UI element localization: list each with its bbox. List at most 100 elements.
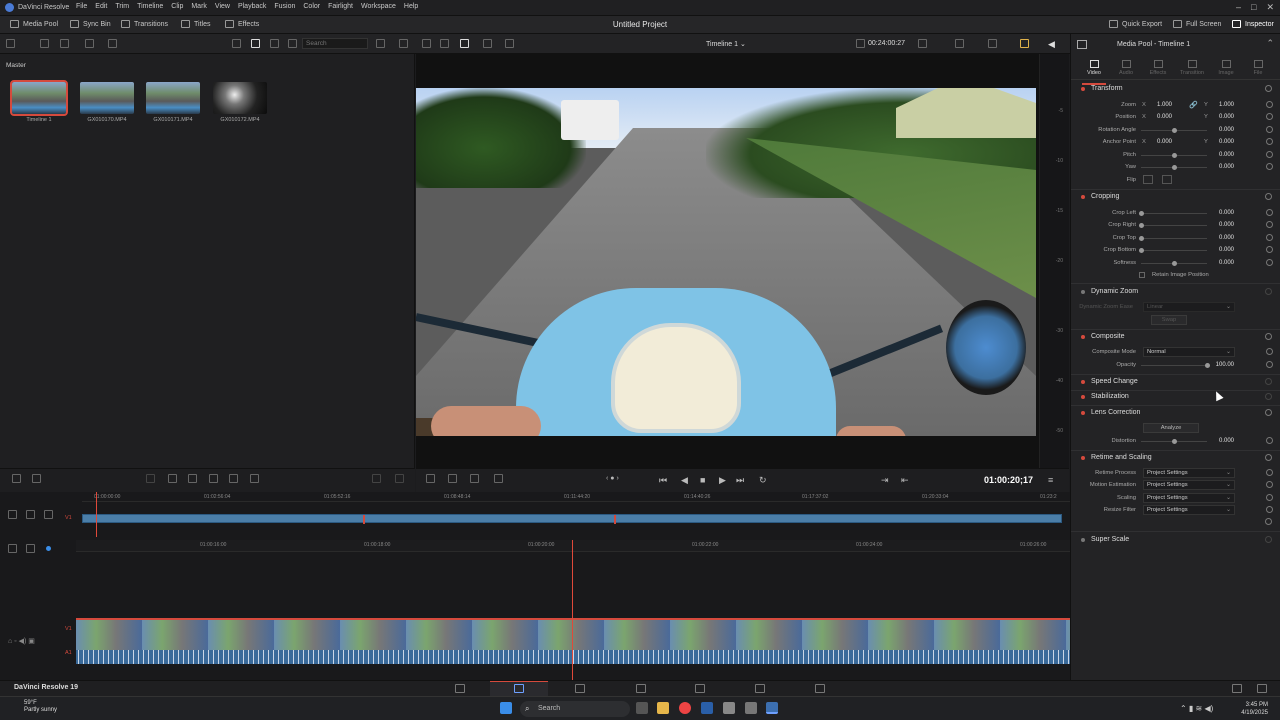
audio-icon[interactable] [32, 474, 41, 483]
snap-indicator-icon[interactable] [46, 546, 51, 551]
section-super-scale[interactable]: Super Scale [1081, 536, 1129, 543]
crop-bottom-value[interactable]: 0.000 [1208, 247, 1234, 253]
resize-filter-dropdown[interactable]: Project Settings ⌄ [1143, 505, 1235, 515]
stop-icon[interactable]: ■ [700, 475, 705, 485]
crop-bottom-slider[interactable] [1139, 248, 1207, 253]
pitch-slider[interactable] [1141, 153, 1207, 158]
crop-right-value[interactable]: 0.000 [1208, 222, 1234, 228]
crop-left-value[interactable]: 0.000 [1208, 210, 1234, 216]
track-options-icon[interactable] [8, 544, 17, 553]
slider-knob[interactable] [1172, 128, 1177, 133]
timeline-ruler[interactable]: 01:00:00:00 01:02:56:04 01:05:52:16 01:0… [82, 492, 1070, 502]
color-icon[interactable] [1020, 39, 1029, 48]
enable-dot[interactable] [1081, 537, 1085, 542]
section-stabilization[interactable]: Stabilization [1081, 393, 1129, 400]
search-input[interactable] [302, 38, 368, 49]
full-screen-button[interactable]: Full Screen [1173, 20, 1221, 28]
section-cropping[interactable]: Cropping [1081, 193, 1119, 200]
zoom-y-value[interactable]: 1.000 [1208, 102, 1234, 108]
compare-icon[interactable] [483, 39, 492, 48]
position-y-value[interactable]: 0.000 [1208, 114, 1234, 120]
enable-dot[interactable] [1081, 379, 1085, 384]
section-dynamic-zoom[interactable]: Dynamic Zoom [1081, 288, 1138, 295]
snipping-icon[interactable] [745, 702, 757, 714]
tab-effects[interactable]: Effects [1143, 60, 1173, 76]
overview-playhead[interactable] [96, 492, 97, 537]
slider-knob[interactable] [1172, 165, 1177, 170]
prev-clip-icon[interactable]: ⇤ [901, 475, 909, 486]
task-view-icon[interactable] [636, 702, 648, 714]
enable-dot[interactable] [1081, 289, 1085, 294]
next-clip-icon[interactable]: ⇥ [881, 475, 889, 486]
volume-icon[interactable]: ◀ [1048, 39, 1055, 50]
flip-vertical-icon[interactable] [1162, 175, 1172, 184]
settings-icon[interactable] [426, 474, 435, 483]
rotation-slider[interactable] [1141, 128, 1207, 133]
enable-dot[interactable] [1081, 86, 1085, 91]
options-icon[interactable] [288, 39, 297, 48]
reset-icon[interactable] [1266, 481, 1273, 488]
reset-icon[interactable] [1266, 506, 1273, 513]
crop-right-slider[interactable] [1139, 223, 1207, 228]
link-icon[interactable]: 🔗 [1189, 101, 1198, 109]
softness-value[interactable]: 0.000 [1208, 260, 1234, 266]
enable-dot[interactable] [1081, 334, 1085, 339]
color-page-icon[interactable] [695, 684, 705, 693]
retime-process-dropdown[interactable]: Project Settings ⌄ [1143, 468, 1235, 478]
slider-knob[interactable] [1172, 153, 1177, 158]
menu-item[interactable]: Trim [111, 3, 133, 10]
audio-track-controls[interactable]: ⌂ ◦ ◀) ▣ [8, 637, 35, 645]
reset-icon[interactable] [1266, 126, 1273, 133]
trim-tool-icon[interactable] [470, 474, 479, 483]
close-up-icon[interactable] [395, 474, 404, 483]
reset-icon[interactable] [1265, 409, 1272, 416]
display-icon[interactable] [955, 39, 964, 48]
camera-icon[interactable] [723, 702, 735, 714]
pitch-value[interactable]: 0.000 [1208, 152, 1234, 158]
rotation-value[interactable]: 0.000 [1208, 127, 1234, 133]
media-clip[interactable]: GX010171.MP4 [146, 82, 200, 123]
reset-icon[interactable] [1265, 85, 1272, 92]
position-x-value[interactable]: 0.000 [1146, 114, 1172, 120]
media-page-icon[interactable] [455, 684, 465, 693]
tab-video[interactable]: Video [1079, 60, 1109, 85]
import-icon[interactable] [40, 39, 49, 48]
reset-icon[interactable] [1266, 259, 1273, 266]
undo-icon[interactable] [146, 474, 155, 483]
tab-transition[interactable]: Transition [1177, 60, 1207, 76]
effects-button[interactable]: Effects [225, 20, 259, 28]
reset-icon[interactable] [1266, 361, 1273, 368]
enable-dot[interactable] [1081, 394, 1085, 399]
cut-tool-icon[interactable] [448, 474, 457, 483]
viewer-mode-icon[interactable] [422, 39, 431, 48]
playhead[interactable] [572, 540, 573, 680]
taskbar-search[interactable]: Search [520, 701, 630, 717]
reset-icon[interactable] [1265, 288, 1272, 295]
tab-image[interactable]: Image [1211, 60, 1241, 76]
reset-icon[interactable] [1266, 469, 1273, 476]
dynamic-zoom-ease-dropdown[interactable]: Linear ⌄ [1143, 302, 1235, 312]
section-composite[interactable]: Composite [1081, 333, 1124, 340]
close-icon[interactable]: ✕ [1266, 2, 1274, 13]
tab-audio[interactable]: Audio [1111, 60, 1141, 76]
minimize-icon[interactable]: – [1236, 2, 1241, 13]
enable-dot[interactable] [1081, 455, 1085, 460]
replace-icon[interactable] [209, 474, 218, 483]
menu-item[interactable]: Fusion [270, 3, 299, 10]
fusion-page-icon[interactable] [636, 684, 646, 693]
reset-icon[interactable] [1265, 333, 1272, 340]
timeline-selector[interactable]: Timeline 1 ⌄ [706, 40, 746, 48]
media-clip[interactable]: GX010170.MP4 [80, 82, 134, 123]
overview-clip-track[interactable] [82, 514, 1062, 524]
panel-toggle-icon[interactable] [6, 39, 15, 48]
clock[interactable]: 3:45 PM 4/19/2025 [1241, 701, 1268, 717]
video-frame[interactable] [416, 88, 1036, 436]
menu-item[interactable]: Timeline [133, 3, 167, 10]
loop-icon[interactable]: ↻ [759, 475, 767, 486]
slider-knob[interactable] [1139, 248, 1144, 253]
distortion-slider[interactable] [1141, 439, 1207, 444]
scaling-dropdown[interactable]: Project Settings ⌄ [1143, 493, 1235, 503]
file-explorer-icon[interactable] [657, 702, 669, 714]
media-clip[interactable]: GX010172.MP4 [213, 82, 267, 123]
menu-item[interactable]: Edit [91, 3, 111, 10]
